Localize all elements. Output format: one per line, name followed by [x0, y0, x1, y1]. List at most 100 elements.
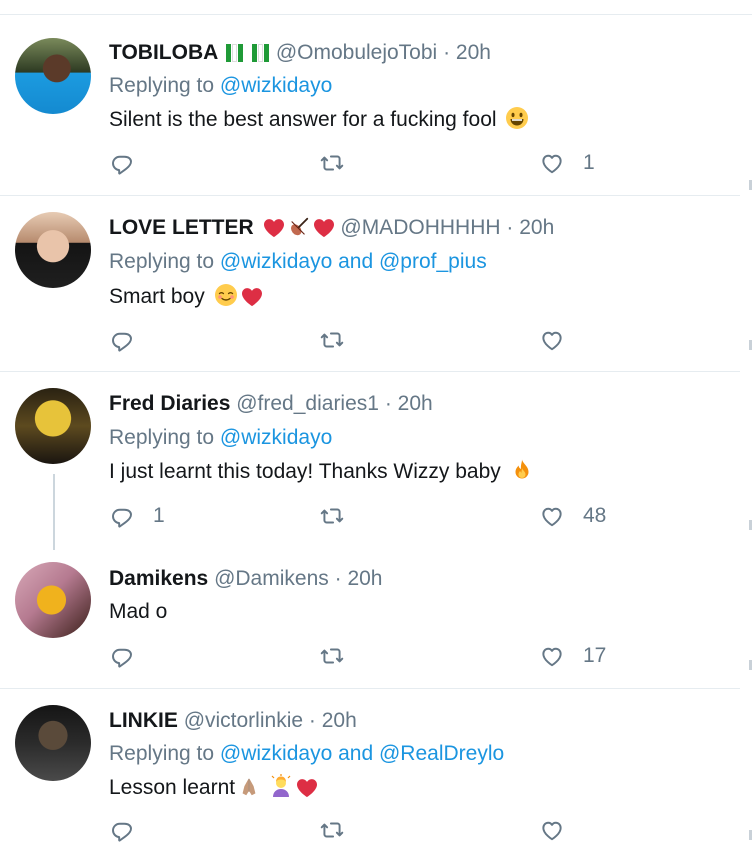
nigeria-flag-icon	[226, 43, 244, 69]
heart-icon	[539, 503, 565, 529]
display-name[interactable]: LOVE LETTER	[109, 216, 254, 239]
red-heart-icon	[263, 218, 285, 238]
user-handle[interactable]: @MADOHHHHH	[340, 216, 500, 239]
tweet-text: Mad o	[109, 599, 167, 625]
display-name[interactable]: LINKIE	[109, 709, 178, 732]
heart-icon	[539, 150, 565, 176]
replying-prefix: Replying to	[109, 250, 220, 273]
like-button[interactable]: 17	[539, 643, 606, 669]
like-button[interactable]: 48	[539, 503, 606, 529]
tweet-body: Lesson learnt	[109, 776, 236, 799]
retweet-icon	[319, 327, 345, 353]
folded-hands-icon	[238, 776, 260, 798]
separator-dot: ·	[308, 709, 316, 732]
avatar[interactable]	[15, 562, 91, 638]
replying-to: Replying to @wizkidayo and @prof_pius	[109, 249, 487, 275]
like-count: 48	[583, 504, 607, 527]
avatar[interactable]	[15, 388, 91, 464]
like-button[interactable]	[539, 817, 583, 843]
separator-dot: ·	[384, 392, 392, 415]
reply-button[interactable]: 1	[109, 503, 165, 529]
mention-link[interactable]: @wizkidayo	[220, 250, 332, 273]
heart-icon	[539, 817, 565, 843]
violin-icon	[288, 216, 310, 238]
like-count: 1	[583, 151, 595, 174]
tweet-actions: 17	[109, 643, 629, 673]
tweet-actions	[109, 817, 629, 847]
mention-link[interactable]: @RealDreylo	[379, 742, 504, 765]
user-handle[interactable]: @OmobulejoTobi	[276, 41, 437, 64]
replying-to: Replying to @wizkidayo	[109, 425, 332, 451]
thread-connector	[53, 474, 55, 550]
tweet-header: Damikens @Damikens · 20h	[109, 566, 382, 592]
tweet-body: Mad o	[109, 600, 168, 623]
replying-to: Replying to @wizkidayo and @RealDreylo	[109, 741, 504, 767]
retweet-button[interactable]	[319, 150, 345, 176]
retweet-button[interactable]	[319, 503, 345, 529]
reply-count: 1	[153, 504, 165, 527]
tweet-body: Smart boy	[109, 285, 205, 308]
timestamp[interactable]: 20h	[347, 567, 382, 590]
mention-link[interactable]: @wizkidayo	[220, 742, 332, 765]
top-divider	[0, 14, 752, 15]
display-name[interactable]: TOBILOBA	[109, 41, 218, 64]
mention-link[interactable]: @wizkidayo	[220, 74, 332, 97]
display-name[interactable]: Damikens	[109, 567, 208, 590]
user-handle[interactable]: @victorlinkie	[184, 709, 303, 732]
mention-link[interactable]: @wizkidayo	[220, 426, 332, 449]
retweet-button[interactable]	[319, 643, 345, 669]
separator-dot: ·	[506, 216, 514, 239]
display-name[interactable]: Fred Diaries	[109, 392, 230, 415]
tweet-header: LINKIE @victorlinkie · 20h	[109, 708, 357, 734]
avatar[interactable]	[15, 212, 91, 288]
avatar[interactable]	[15, 38, 91, 114]
tweet-header: TOBILOBA @OmobulejoTobi · 20h	[109, 40, 491, 69]
like-button[interactable]	[539, 327, 583, 353]
reply-button[interactable]	[109, 643, 153, 669]
replying-joiner: and	[332, 742, 379, 765]
replying-prefix: Replying to	[109, 426, 220, 449]
avatar[interactable]	[15, 705, 91, 781]
reply-button[interactable]	[109, 817, 153, 843]
timestamp[interactable]: 20h	[456, 41, 491, 64]
tweet-actions: 1	[109, 150, 629, 180]
replying-joiner: and	[332, 250, 379, 273]
tweet-actions: 1 48	[109, 503, 629, 533]
tweet-text: I just learnt this today! Thanks Wizzy b…	[109, 458, 534, 485]
timestamp[interactable]: 20h	[398, 392, 433, 415]
retweet-button[interactable]	[319, 327, 345, 353]
tweet-text: Silent is the best answer for a fucking …	[109, 106, 529, 133]
retweet-button[interactable]	[319, 817, 345, 843]
tweet-text: Smart boy	[109, 283, 263, 310]
retweet-icon	[319, 817, 345, 843]
red-heart-icon	[296, 778, 318, 798]
tweet-actions	[109, 327, 629, 357]
fire-icon	[510, 458, 534, 482]
user-handle[interactable]: @Damikens	[214, 567, 329, 590]
retweet-icon	[319, 150, 345, 176]
reply-icon	[109, 150, 135, 176]
tweet-header: Fred Diaries @fred_diaries1 · 20h	[109, 391, 433, 417]
separator-dot: ·	[443, 41, 451, 64]
reply-button[interactable]	[109, 150, 153, 176]
timestamp[interactable]: 20h	[519, 216, 554, 239]
reply-icon	[109, 503, 135, 529]
grinning-face-icon	[505, 106, 529, 130]
reply-button[interactable]	[109, 327, 153, 353]
retweet-icon	[319, 503, 345, 529]
separator-dot: ·	[334, 567, 342, 590]
timestamp[interactable]: 20h	[322, 709, 357, 732]
person-gesturing-icon	[269, 774, 293, 798]
mention-link[interactable]: @prof_pius	[379, 250, 487, 273]
reply-icon	[109, 817, 135, 843]
tweet-header: LOVE LETTER @MADOHHHHH · 20h	[109, 215, 554, 241]
tweet-body: I just learnt this today! Thanks Wizzy b…	[109, 460, 501, 483]
tweet-body: Silent is the best answer for a fucking …	[109, 108, 497, 131]
retweet-icon	[319, 643, 345, 669]
user-handle[interactable]: @fred_diaries1	[236, 392, 379, 415]
reply-icon	[109, 643, 135, 669]
like-button[interactable]: 1	[539, 150, 595, 176]
nigeria-flag-icon	[251, 43, 270, 69]
red-heart-icon	[241, 287, 263, 307]
heart-icon	[539, 643, 565, 669]
